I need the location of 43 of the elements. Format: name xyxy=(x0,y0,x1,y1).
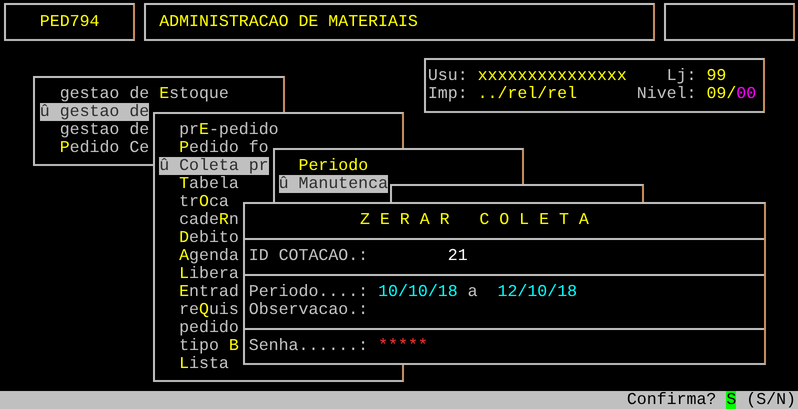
menu-item[interactable]: Pedido fo xyxy=(179,139,269,157)
user-label: Usu: xyxy=(428,67,468,85)
confirm-prompt: Confirma? xyxy=(626,391,716,409)
menu-item[interactable]: Lista xyxy=(179,355,229,373)
menu-item[interactable]: gestao de xyxy=(60,121,150,139)
menu-item[interactable]: Entrad xyxy=(179,283,239,301)
printer-path: ../rel/rel xyxy=(478,85,578,103)
menu-item[interactable]: Libera xyxy=(179,265,239,283)
answer-options: (S/N) xyxy=(746,391,796,409)
menu-item[interactable]: reQuis xyxy=(179,301,239,319)
menu-item[interactable]: prE-pedido xyxy=(179,121,279,139)
program-code: PED794 xyxy=(40,13,100,31)
menu-item[interactable]: û Manutenca xyxy=(278,175,388,193)
menu-item[interactable]: û gestao de xyxy=(40,103,150,121)
store-label: Lj: xyxy=(666,67,696,85)
level-label: Nivel: xyxy=(636,85,696,103)
field-value: 12/10/18 xyxy=(498,283,578,301)
user-name: xxxxxxxxxxxxxxx xyxy=(478,67,627,85)
field-label: Periodo....: xyxy=(248,283,368,301)
menu-item[interactable]: Debito xyxy=(179,229,239,247)
answer-field[interactable]: S xyxy=(726,391,736,409)
field-value: 10/10/18 xyxy=(378,283,458,301)
field-value: 21 xyxy=(448,247,468,265)
dialog-title: Z E R A R C O L E T A xyxy=(360,211,589,229)
field-label: ID COTACAO.: xyxy=(248,247,368,265)
menu-item[interactable]: Agenda xyxy=(179,247,239,265)
menu-item[interactable]: gestao de Estoque xyxy=(60,85,229,103)
store-number: 99 xyxy=(706,67,726,85)
screen-title: ADMINISTRACAO DE MATERIAIS xyxy=(159,13,418,31)
menu-item[interactable]: Pedido Ce xyxy=(60,139,150,157)
field-label: Senha......: xyxy=(248,337,368,355)
menu-item[interactable]: Periodo xyxy=(298,157,368,175)
range-separator: a xyxy=(468,283,478,301)
menu-item[interactable]: û Coleta pr xyxy=(159,157,269,175)
menu-item[interactable]: pedido xyxy=(179,319,239,337)
menu-item[interactable]: tipo B xyxy=(179,337,239,355)
menu-item[interactable]: cadeRn xyxy=(179,211,239,229)
field-label: Observacao.: xyxy=(248,301,368,319)
password-value: ***** xyxy=(378,337,428,355)
menu-item[interactable]: Tabela xyxy=(179,175,239,193)
level-value: 09/00 xyxy=(706,85,756,103)
menu-item[interactable]: trOca xyxy=(179,193,229,211)
printer-label: Imp: xyxy=(428,85,468,103)
